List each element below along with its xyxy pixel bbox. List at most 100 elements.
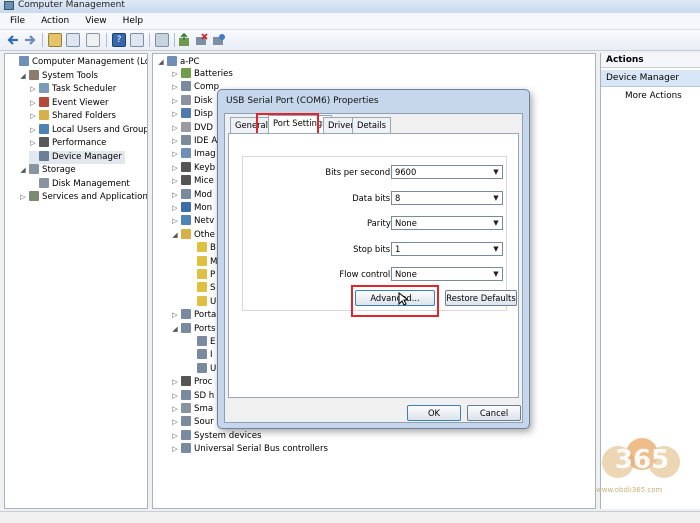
device-category[interactable]: ▷ Comp <box>171 81 219 94</box>
expander-icon[interactable]: ▷ <box>171 162 179 175</box>
device-category[interactable]: ▷ Sma <box>171 403 213 416</box>
tree-item[interactable]: ▷ Performance <box>29 137 106 150</box>
device-category[interactable]: U <box>187 295 216 309</box>
expander-icon[interactable]: ▷ <box>171 175 179 188</box>
device-category[interactable]: ▷ Imag <box>171 148 216 161</box>
show-pane-icon[interactable] <box>130 33 144 47</box>
device-category[interactable]: M <box>187 255 217 269</box>
device-category[interactable]: P <box>187 269 215 282</box>
expander-icon[interactable]: ▷ <box>171 430 179 443</box>
dropdown-arrow-icon[interactable]: ▼ <box>490 217 502 229</box>
restore-defaults-button[interactable]: Restore Defaults <box>445 290 517 306</box>
tree-item[interactable]: Computer Management (Local <box>9 56 147 69</box>
expander-icon[interactable]: ◢ <box>171 229 179 242</box>
forward-icon[interactable] <box>23 33 37 47</box>
dropdown-arrow-icon[interactable]: ▼ <box>490 166 502 178</box>
device-category[interactable]: S <box>187 282 215 295</box>
update-driver-icon[interactable] <box>177 32 191 47</box>
device-category[interactable]: ▷ Batteries <box>171 68 233 81</box>
tree-item[interactable]: ▷ Task Scheduler <box>29 83 116 96</box>
device-category[interactable]: ▷ Mon <box>171 202 212 215</box>
uninstall-device-icon[interactable] <box>211 33 225 47</box>
show-hide-tree-icon[interactable] <box>66 33 80 47</box>
expander-icon[interactable]: ▷ <box>171 416 179 429</box>
device-category[interactable]: ◢ Ports <box>171 322 216 336</box>
device-category[interactable]: ▷ Proc <box>171 376 212 389</box>
tab-details[interactable]: Details <box>352 117 392 133</box>
expander-icon[interactable]: ▷ <box>171 202 179 215</box>
device-category[interactable]: ▷ Mod <box>171 188 212 202</box>
expander-icon[interactable]: ▷ <box>171 189 179 202</box>
help-icon[interactable]: ? <box>112 33 126 47</box>
tree-item[interactable]: ◢ System Tools <box>19 69 98 83</box>
device-category[interactable]: B <box>187 242 216 255</box>
expander-icon[interactable]: ▷ <box>171 443 179 456</box>
expander-icon[interactable]: ▷ <box>29 124 37 137</box>
expander-icon[interactable]: ▷ <box>171 81 179 94</box>
expander-icon[interactable]: ▷ <box>171 148 179 161</box>
up-folder-icon[interactable] <box>48 33 62 47</box>
cancel-button[interactable]: Cancel <box>467 405 521 421</box>
tree-item[interactable]: Device Manager <box>29 150 125 164</box>
more-actions-link[interactable]: More Actions <box>625 91 682 101</box>
expander-icon[interactable]: ▷ <box>171 390 179 403</box>
expander-icon[interactable]: ▷ <box>171 309 179 322</box>
expander-icon[interactable]: ◢ <box>19 70 27 83</box>
expander-icon[interactable]: ▷ <box>171 122 179 135</box>
device-category[interactable]: ▷ IDE A <box>171 135 217 148</box>
device-category[interactable]: ▷ Sour <box>171 416 214 429</box>
expander-icon[interactable]: ▷ <box>171 135 179 148</box>
device-category[interactable]: E <box>187 336 215 349</box>
tree-item[interactable]: ▷ Event Viewer <box>29 96 109 110</box>
disable-device-icon[interactable] <box>194 33 208 47</box>
tree-item[interactable]: ▷ Services and Applications <box>19 191 147 204</box>
dropdown-arrow-icon[interactable]: ▼ <box>490 192 502 204</box>
tree-item[interactable]: ▷ Local Users and Groups <box>29 123 147 137</box>
device-category[interactable]: ▷ Universal Serial Bus controllers <box>171 443 328 456</box>
expander-icon[interactable]: ▷ <box>29 110 37 123</box>
menu-file[interactable]: File <box>0 13 31 26</box>
expander-icon[interactable]: ▷ <box>171 95 179 108</box>
expander-icon[interactable]: ▷ <box>171 68 179 81</box>
menu-action[interactable]: Action <box>31 13 75 26</box>
properties-icon[interactable] <box>86 33 100 47</box>
expander-icon[interactable]: ▷ <box>171 376 179 389</box>
device-category[interactable]: U <box>187 362 216 376</box>
menu-help[interactable]: Help <box>113 13 150 26</box>
field-select[interactable]: None ▼ <box>391 216 503 230</box>
device-category[interactable]: ▷ SD h <box>171 389 214 403</box>
device-category[interactable]: ▷ Keyb <box>171 161 215 175</box>
device-category[interactable]: ▷ Mice <box>171 175 214 188</box>
expander-icon[interactable]: ◢ <box>19 164 27 177</box>
device-category[interactable]: ▷ Disp <box>171 108 213 121</box>
device-category[interactable]: I <box>187 349 213 362</box>
expander-icon[interactable]: ◢ <box>171 323 179 336</box>
field-select[interactable]: 8 ▼ <box>391 190 503 205</box>
device-category[interactable]: ▷ Porta <box>171 309 216 322</box>
expander-icon[interactable]: ▷ <box>29 83 37 96</box>
ok-button[interactable]: OK <box>407 405 461 421</box>
expander-icon[interactable]: ▷ <box>29 137 37 150</box>
expander-icon[interactable]: ▷ <box>171 215 179 228</box>
device-category[interactable]: ▷ DVD <box>171 121 213 135</box>
expander-icon[interactable]: ▷ <box>171 403 179 416</box>
actions-device-manager[interactable]: Device Manager <box>601 70 700 87</box>
device-category[interactable]: ▷ System devices <box>171 429 261 443</box>
tree-item[interactable]: Disk Management <box>29 177 130 191</box>
dropdown-arrow-icon[interactable]: ▼ <box>490 268 502 280</box>
expander-icon[interactable]: ▷ <box>19 191 27 204</box>
device-category[interactable]: ▷ Netv <box>171 215 214 228</box>
expander-icon[interactable]: ▷ <box>29 97 37 110</box>
expander-icon[interactable]: ▷ <box>171 108 179 121</box>
expander-icon[interactable]: ◢ <box>157 56 165 69</box>
tree-item[interactable]: ◢ Storage <box>19 164 76 177</box>
field-select[interactable]: 1 ▼ <box>391 241 503 256</box>
field-select[interactable]: 9600 ▼ <box>391 165 503 179</box>
scan-hardware-icon[interactable] <box>155 33 169 47</box>
back-icon[interactable] <box>6 33 20 47</box>
dropdown-arrow-icon[interactable]: ▼ <box>490 243 502 255</box>
field-select[interactable]: None ▼ <box>391 267 503 281</box>
device-category[interactable]: ◢ Othe <box>171 228 215 242</box>
device-category[interactable]: ▷ Disk <box>171 94 212 108</box>
menu-view[interactable]: View <box>75 13 112 26</box>
